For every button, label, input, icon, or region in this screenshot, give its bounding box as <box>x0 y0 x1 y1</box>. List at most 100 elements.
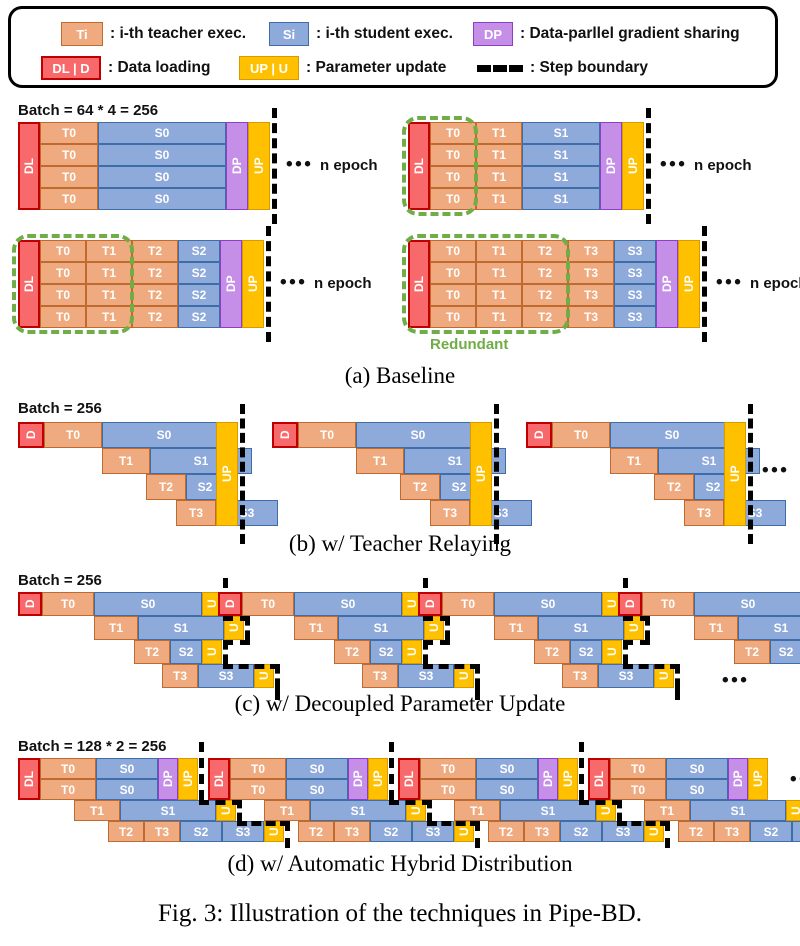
batch-label-d: Batch = 128 * 2 = 256 <box>18 738 167 755</box>
teacher-block-d0-r3-a: T2 <box>108 821 144 842</box>
up-block-b0: UP <box>216 422 238 526</box>
teacher-block-c2-r1: T1 <box>494 616 538 640</box>
dp-block-d0: DP <box>158 758 178 800</box>
teacher-block-a3-r0-T2: T2 <box>132 240 178 262</box>
step-boundary-c0-r3 <box>275 664 280 688</box>
student-block-a3-r3: S2 <box>178 306 220 328</box>
step-boundary-h-d1-2 <box>427 821 480 826</box>
student-block-b2-r0: S0 <box>610 422 734 448</box>
teacher-block-b1-r1: T1 <box>356 448 404 474</box>
data-loading-block-d3: DL <box>588 758 610 800</box>
redundant-label: Redundant <box>430 336 509 353</box>
data-loading-block-c2: D <box>418 592 442 616</box>
teacher-block-d2-r3-b: T3 <box>524 821 560 842</box>
step-boundary-b2 <box>748 404 753 544</box>
teacher-block-d1-r1: T0 <box>230 779 286 800</box>
teacher-block-c1-r2: T2 <box>334 640 370 664</box>
teacher-block-d2-r3-a: T2 <box>488 821 524 842</box>
step-boundary-c0-r2 <box>223 640 228 664</box>
teacher-block-b2-r2: T2 <box>654 474 694 500</box>
student-block-c1-r2: S2 <box>370 640 402 664</box>
up-block-a3: UP <box>242 240 264 328</box>
teacher-block-d2-r0: T0 <box>420 758 476 779</box>
data-loading-block-d1: DL <box>208 758 230 800</box>
teacher-block-c2-r3: T3 <box>562 664 598 688</box>
student-block-a2-r3: S1 <box>522 188 600 210</box>
step-boundary-a4 <box>702 226 707 342</box>
dp-block-d2: DP <box>538 758 558 800</box>
teacher-block-d3-r3-b: T3 <box>714 821 750 842</box>
teacher-block-d2-r2: T1 <box>454 800 500 821</box>
step-boundary-b1 <box>494 404 499 544</box>
teacher-block-c1-r3: T3 <box>362 664 398 688</box>
data-loading-block-b2: D <box>526 422 552 448</box>
teacher-block-b0-r3: T3 <box>176 500 216 526</box>
student-block-c0-r0: S0 <box>94 592 202 616</box>
teacher-block-c3-r2: T2 <box>734 640 770 664</box>
teacher-block-d3-r1: T0 <box>610 779 666 800</box>
up-block-a4: UP <box>678 240 700 328</box>
step-boundary-h-c0-r2 <box>223 664 280 669</box>
student-block-b0-r0: S0 <box>102 422 226 448</box>
step-boundary-c1-r3 <box>475 664 480 688</box>
epoch-dots-a4: ••• <box>716 272 744 293</box>
teacher-block-a3-r1-T2: T2 <box>132 262 178 284</box>
u-block-c0-r2: U <box>202 640 222 664</box>
teacher-block-c0-r2: T2 <box>134 640 170 664</box>
dp-block-a4: DP <box>656 240 678 328</box>
step-boundary-d0-top <box>199 742 204 800</box>
continuation-dots-c: ••• <box>722 670 750 691</box>
student-block-d1-r1: S0 <box>286 779 348 800</box>
teacher-block-c2-r2: T2 <box>534 640 570 664</box>
epoch-label-a4: n epoch <box>750 275 800 292</box>
step-boundary-c2-r1 <box>645 616 650 640</box>
teacher-block-d0-r0: T0 <box>40 758 96 779</box>
student-block-d2-r1: S0 <box>476 779 538 800</box>
panel-automatic-hybrid-distribution: Batch = 128 * 2 = 256 DL T0 S0 T0 S0 DP UP T1 S1 U… <box>0 0 800 848</box>
teacher-block-b1-r0: T0 <box>298 422 356 448</box>
student-block-c2-r0: S0 <box>494 592 602 616</box>
student-block-c3-r1: S1 <box>738 616 800 640</box>
student-block-d2-r3-a: S2 <box>560 821 602 842</box>
dp-block-d1: DP <box>348 758 368 800</box>
student-block-c2-r2: S2 <box>570 640 602 664</box>
epoch-dots-a3: ••• <box>280 272 308 293</box>
student-block-d0-r1: S0 <box>96 779 158 800</box>
batch-label-b: Batch = 256 <box>18 400 102 417</box>
step-boundary-c0-r1 <box>245 616 250 640</box>
caption-d: (d) w/ Automatic Hybrid Distribution <box>227 851 573 876</box>
teacher-block-c1-r0: T0 <box>242 592 294 616</box>
figure-caption: Fig. 3: Illustration of the techniques i… <box>158 900 642 927</box>
step-boundary-h-d2-2 <box>617 821 670 826</box>
teacher-block-d3-r2: T1 <box>644 800 690 821</box>
data-loading-block-c3: D <box>618 592 642 616</box>
student-block-a4-r2: S3 <box>614 284 656 306</box>
continuation-dots-b: ••• <box>762 460 790 481</box>
up-block-b1: UP <box>470 422 492 526</box>
step-boundary-h-d0-2 <box>237 821 290 826</box>
student-block-d0-r3-a: S2 <box>180 821 222 842</box>
data-loading-block-d2: DL <box>398 758 420 800</box>
teacher-block-d1-r3-a: T2 <box>298 821 334 842</box>
teacher-block-b1-r3: T3 <box>430 500 470 526</box>
step-boundary-c1-r2 <box>423 640 428 664</box>
teacher-block-d3-r0: T0 <box>610 758 666 779</box>
teacher-block-a1-r3-T0: T0 <box>40 188 98 210</box>
step-boundary-h-d0-1 <box>199 800 242 805</box>
step-boundary-h-d1-1 <box>389 800 432 805</box>
redundant-outline-a3 <box>12 234 134 334</box>
teacher-block-d1-r2: T1 <box>264 800 310 821</box>
student-block-c1-r1: S1 <box>338 616 424 640</box>
student-block-a3-r2: S2 <box>178 284 220 306</box>
teacher-block-a4-r1-T3: T3 <box>568 262 614 284</box>
student-block-d3-r3-b: S3 <box>792 821 800 842</box>
data-loading-block-d0: DL <box>18 758 40 800</box>
teacher-block-c1-r1: T1 <box>294 616 338 640</box>
teacher-block-a3-r2-T2: T2 <box>132 284 178 306</box>
teacher-block-d1-r3-b: T3 <box>334 821 370 842</box>
up-block-d3: UP <box>748 758 768 800</box>
teacher-block-c0-r3: T3 <box>162 664 198 688</box>
student-block-a4-r0: S3 <box>614 240 656 262</box>
step-boundary-d1-bot <box>475 821 480 848</box>
caption-a: (a) Baseline <box>344 363 456 388</box>
